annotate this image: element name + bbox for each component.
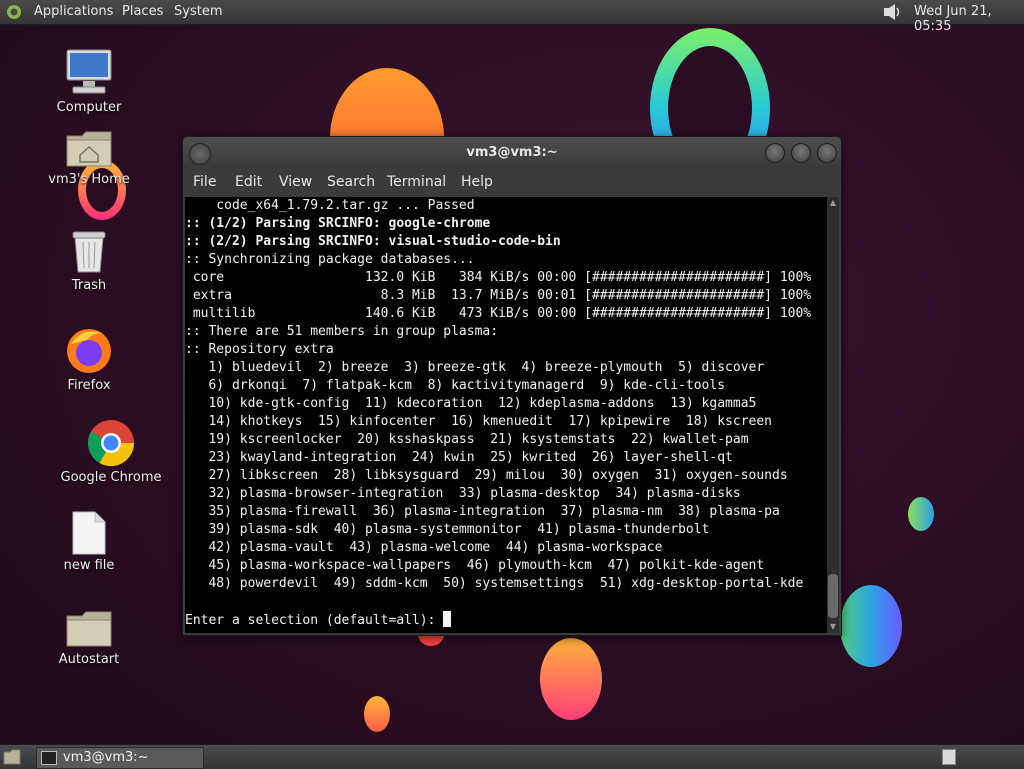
menu-help[interactable]: Help [461, 174, 493, 190]
terminal-line: :: (1/2) Parsing SRCINFO: google-chrome [185, 216, 491, 231]
desktop-icon-label: Firefox [67, 378, 111, 393]
terminal-line: :: Repository extra [185, 342, 334, 357]
workspace-switcher[interactable] [942, 749, 956, 765]
terminal-window: vm3@vm3:~ File Edit View Search Terminal… [182, 136, 842, 636]
desktop-icon-label: Autostart [58, 652, 120, 667]
desktop-icon-computer[interactable]: Computer [34, 46, 144, 115]
scroll-down-icon[interactable]: ▼ [827, 621, 839, 633]
applications-menu-icon[interactable] [6, 4, 22, 20]
desktop-icon-label: vm3's Home [48, 172, 130, 187]
computer-icon [66, 49, 112, 94]
scroll-up-icon[interactable]: ▲ [827, 197, 839, 209]
show-desktop-icon[interactable] [2, 748, 22, 766]
volume-icon[interactable] [883, 3, 903, 21]
top-panel: Applications Places System Wed Jun 21, 0… [0, 0, 1024, 34]
menu-terminal[interactable]: Terminal [387, 174, 446, 190]
terminal-cursor [443, 611, 452, 627]
applications-menu[interactable]: Applications [34, 4, 113, 19]
decor-blue-blob [840, 585, 902, 667]
decor-small-blue-blob [908, 497, 934, 531]
menu-edit[interactable]: Edit [235, 174, 262, 190]
terminal-line: :: (2/2) Parsing SRCINFO: visual-studio-… [185, 234, 561, 249]
terminal-line: 27) libkscreen 28) libksysguard 29) milo… [185, 468, 788, 483]
taskbar-item-terminal[interactable]: vm3@vm3:~ [36, 747, 204, 769]
desktop-icon-firefox[interactable]: Firefox [34, 324, 144, 393]
terminal-line: 42) plasma-vault 43) plasma-welcome 44) … [185, 540, 663, 555]
terminal-line: 39) plasma-sdk 40) plasma-systemmonitor … [185, 522, 710, 537]
menu-search[interactable]: Search [327, 174, 375, 190]
terminal-line: multilib 140.6 KiB 473 KiB/s 00:00 [####… [185, 306, 812, 321]
terminal-line: 32) plasma-browser-integration 33) plasm… [185, 486, 741, 501]
desktop-icon-trash[interactable]: Trash [34, 226, 144, 293]
desktop-icon-label: Google Chrome [60, 470, 162, 485]
terminal-line: 10) kde-gtk-config 11) kdecoration 12) k… [185, 396, 757, 411]
decor-small-orange-blob [364, 696, 390, 732]
folder-icon [66, 611, 112, 647]
terminal-line: 48) powerdevil 49) sddm-kcm 50) systemse… [185, 576, 804, 591]
menubar: File Edit View Search Terminal Help [183, 169, 841, 195]
window-titlebar[interactable]: vm3@vm3:~ [183, 137, 841, 169]
chrome-icon [87, 420, 135, 467]
terminal-line: 6) drkonqi 7) flatpak-kcm 8) kactivityma… [185, 378, 726, 393]
terminal-line: 23) kwayland-integration 24) kwin 25) kw… [185, 450, 733, 465]
desktop-icon-chrome[interactable]: Google Chrome [56, 418, 166, 485]
terminal-line: code_x64_1.79.2.tar.gz ... Passed [185, 198, 475, 213]
close-button[interactable] [817, 143, 837, 163]
menu-view[interactable]: View [279, 174, 312, 190]
clock[interactable]: Wed Jun 21, 05:35 [914, 4, 1024, 34]
desktop-icon-label: Trash [71, 278, 107, 293]
desktop-icon-home[interactable]: vm3's Home [34, 128, 144, 187]
terminal-scrollbar[interactable]: ▲ ▼ [827, 197, 839, 633]
terminal-line: Enter a selection (default=all): [185, 611, 827, 629]
trash-icon [72, 231, 106, 273]
terminal-line: 1) bluedevil 2) breeze 3) breeze-gtk 4) … [185, 360, 765, 375]
desktop-icon-label: Computer [56, 100, 122, 115]
menu-file[interactable]: File [193, 174, 216, 190]
firefox-icon [67, 329, 111, 373]
terminal-line: 19) kscreenlocker 20) ksshaskpass 21) ks… [185, 432, 749, 447]
terminal-output[interactable]: code_x64_1.79.2.tar.gz ... Passed:: (1/2… [185, 197, 827, 633]
home-folder-icon [66, 131, 112, 167]
terminal-line: :: Synchronizing package databases... [185, 252, 475, 267]
terminal-line: :: There are 51 members in group plasma: [185, 324, 499, 339]
desktop-icon-new-file[interactable]: new file [34, 510, 144, 573]
taskbar-item-label: vm3@vm3:~ [63, 750, 149, 765]
places-menu[interactable]: Places [122, 4, 163, 19]
terminal-line: extra 8.3 MiB 13.7 MiB/s 00:01 [########… [185, 288, 812, 303]
terminal-line: 45) plasma-workspace-wallpapers 46) plym… [185, 558, 765, 573]
system-menu[interactable]: System [174, 4, 222, 19]
window-title: vm3@vm3:~ [466, 145, 558, 160]
terminal-line: 35) plasma-firewall 36) plasma-integrati… [185, 504, 780, 519]
minimize-button[interactable] [765, 143, 785, 163]
decor-pink-blob [540, 638, 602, 720]
scrollbar-thumb[interactable] [828, 574, 838, 618]
terminal-icon [41, 751, 57, 765]
maximize-button[interactable] [791, 143, 811, 163]
desktop-icon-autostart[interactable]: Autostart [34, 608, 144, 667]
terminal-line: 14) khotkeys 15) kinfocenter 16) kmenued… [185, 414, 772, 429]
file-icon [72, 511, 106, 555]
desktop-icon-label: new file [63, 558, 115, 573]
bottom-panel: vm3@vm3:~ [0, 744, 1024, 769]
terminal-line: core 132.0 KiB 384 KiB/s 00:00 [########… [185, 270, 812, 285]
